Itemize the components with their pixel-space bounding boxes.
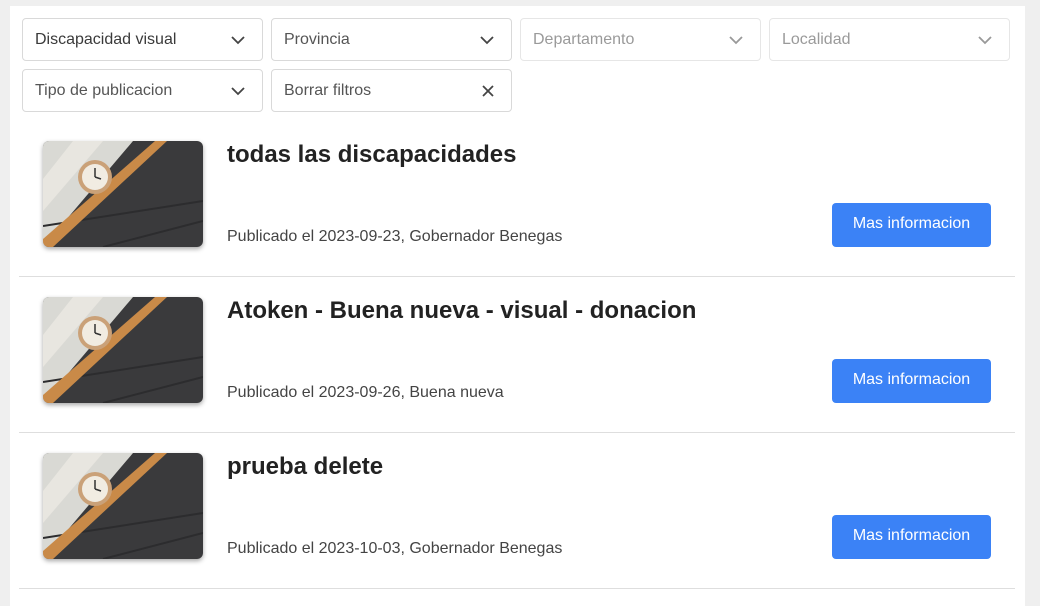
departamento-placeholder: Departamento <box>533 31 635 48</box>
tipo-placeholder: Tipo de publicacion <box>35 82 173 99</box>
discapacidad-select[interactable]: Discapacidad visual <box>22 18 263 61</box>
chevron-down-icon <box>480 36 494 45</box>
provincia-placeholder: Provincia <box>284 31 350 48</box>
publication-title: prueba delete <box>227 453 384 480</box>
departamento-select[interactable]: Departamento <box>520 18 761 61</box>
publication-thumbnail <box>43 141 203 247</box>
close-icon[interactable] <box>481 84 495 98</box>
publication-meta: Publicado el 2023-10-03, Gobernador Bene… <box>227 540 563 557</box>
watch-image <box>43 297 203 403</box>
watch-image <box>43 141 203 247</box>
provincia-select[interactable]: Provincia <box>271 18 512 61</box>
tipo-publicacion-select[interactable]: Tipo de publicacion <box>22 69 263 112</box>
discapacidad-value: Discapacidad visual <box>35 31 177 48</box>
publication-meta: Publicado el 2023-09-23, Gobernador Bene… <box>227 228 563 245</box>
publication-thumbnail <box>43 453 203 559</box>
publication-thumbnail <box>43 297 203 403</box>
publication-row: Atoken - Buena nueva - visual - donacion… <box>19 277 1015 433</box>
publication-title: todas las discapacidades <box>227 141 517 168</box>
chevron-down-icon <box>729 36 743 45</box>
borrar-filtros-label: Borrar filtros <box>284 82 372 99</box>
mas-informacion-button[interactable]: Mas informacion <box>832 515 991 559</box>
mas-informacion-button[interactable]: Mas informacion <box>832 359 991 403</box>
borrar-filtros-button[interactable]: Borrar filtros <box>271 69 512 112</box>
publication-row: todas las discapacidades Publicado el 20… <box>19 121 1015 277</box>
localidad-select[interactable]: Localidad <box>769 18 1010 61</box>
watch-image <box>43 453 203 559</box>
listing-panel: Discapacidad visual Provincia Departamen… <box>10 6 1025 606</box>
chevron-down-icon <box>231 36 245 45</box>
localidad-placeholder: Localidad <box>782 31 851 48</box>
mas-informacion-button[interactable]: Mas informacion <box>832 203 991 247</box>
chevron-down-icon <box>978 36 992 45</box>
publication-meta: Publicado el 2023-09-26, Buena nueva <box>227 384 504 401</box>
publication-row: prueba delete Publicado el 2023-10-03, G… <box>19 433 1015 589</box>
chevron-down-icon <box>231 87 245 96</box>
publication-title: Atoken - Buena nueva - visual - donacion <box>227 297 697 324</box>
